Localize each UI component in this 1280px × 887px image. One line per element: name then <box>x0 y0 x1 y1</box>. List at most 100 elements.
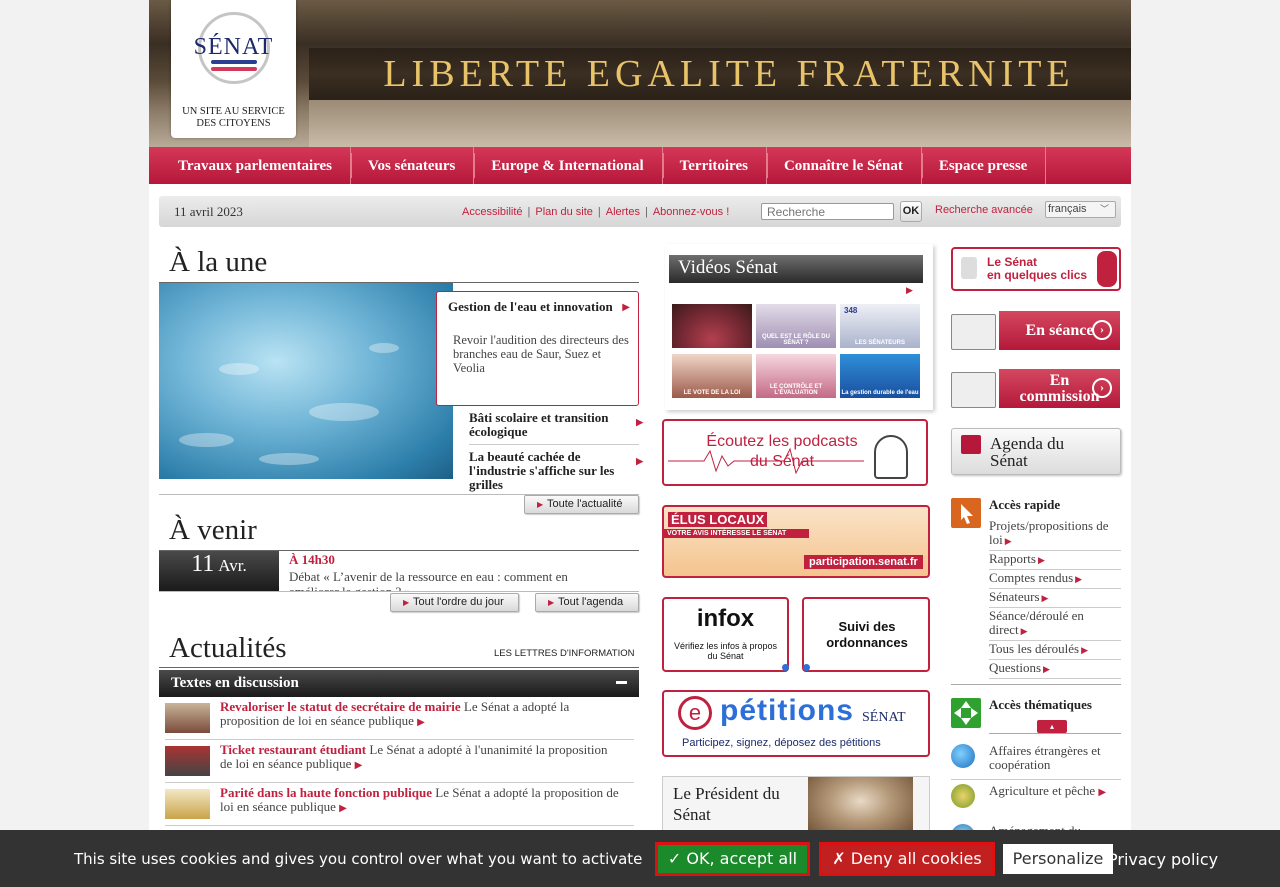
en-commission-button[interactable]: En commission › <box>951 369 1121 411</box>
video-eau-thumbnail[interactable]: La gestion durable de l'eau <box>840 354 920 398</box>
separator: | <box>644 206 648 218</box>
president-card[interactable]: Le Président du Sénat <box>662 776 930 837</box>
language-select[interactable]: français ﹀ <box>1045 201 1116 218</box>
suivi-ordonnances-banner[interactable]: Suivi des ordonnances <box>802 597 930 672</box>
row-title[interactable]: Revaloriser le statut de secrétaire de m… <box>220 699 461 714</box>
list-item[interactable]: Sénateurs ▶ <box>989 589 1121 608</box>
textes-bar-title: Textes en discussion <box>171 675 299 691</box>
arrow-right-icon: ▶ <box>1037 555 1045 565</box>
elus-locaux-banner[interactable]: ÉLUS LOCAUX VOTRE AVIS INTÉRESSE LE SÉNA… <box>662 505 930 578</box>
accept-all-button[interactable]: ✓ OK, accept all <box>655 842 810 876</box>
une-item-label: Bâti scolaire et transition écologique <box>469 410 609 439</box>
list-item[interactable]: Tous les déroulés ▶ <box>989 641 1121 660</box>
nav-europe[interactable]: Europe & International <box>474 147 663 184</box>
privacy-policy-link[interactable]: Privacy policy <box>1108 850 1218 869</box>
link-alertes[interactable]: Alertes <box>606 206 640 218</box>
feature-desc: Revoir l'audition des directeurs des bra… <box>453 333 629 375</box>
search-input[interactable] <box>761 203 894 220</box>
clics-line-2: en quelques clics <box>987 268 1088 282</box>
podcasts-banner[interactable]: Écoutez les podcasts du Sénat <box>662 419 928 486</box>
expand-icon[interactable]: ▴ <box>1037 720 1067 733</box>
row-title[interactable]: Ticket restaurant étudiant <box>220 742 366 757</box>
link-abonnez-vous[interactable]: Abonnez-vous ! <box>653 206 729 218</box>
en-seance-button[interactable]: En séance › <box>951 311 1121 353</box>
textes-bar[interactable]: Textes en discussion <box>159 670 639 697</box>
feature-title: Gestion de l'eau et innovation <box>448 299 613 314</box>
cookie-banner: This site uses cookies and gives you con… <box>0 830 1280 887</box>
personalize-button[interactable]: Personalize <box>1003 844 1113 874</box>
arrow-right-icon: ▶ <box>1075 574 1083 584</box>
une-hero-image[interactable] <box>159 283 453 479</box>
list-item[interactable]: Rapports ▶ <box>989 551 1121 570</box>
newsletters-link[interactable]: LES LETTRES D'INFORMATION <box>494 648 634 659</box>
row-title[interactable]: Parité dans la haute fonction publique <box>220 785 432 800</box>
deny-all-button[interactable]: ✗ Deny all cookies <box>819 842 995 876</box>
nav-presse[interactable]: Espace presse <box>921 147 1047 184</box>
globe-icon <box>951 744 975 768</box>
advanced-search-link[interactable]: Recherche avancée <box>935 204 1033 216</box>
video-hemicycle-thumbnail[interactable] <box>672 304 752 348</box>
restaurant-thumbnail <box>165 746 210 776</box>
une-featured-card[interactable]: Gestion de l'eau et innovation ▶ Revoir … <box>436 291 639 406</box>
petitions-desc: Participez, signez, déposez des pétition… <box>682 737 881 749</box>
acces-rapide-title: Accès rapide <box>989 497 1061 512</box>
list-item-label: Sénateurs <box>989 589 1040 604</box>
arrow-right-icon[interactable]: ▶ <box>906 285 913 296</box>
event-day: 11 <box>191 551 215 577</box>
videos-title-bar[interactable]: Vidéos Sénat <box>669 255 923 283</box>
list-item[interactable]: Comptes rendus ▶ <box>989 570 1121 589</box>
arrow-right-icon: ▶ <box>636 417 643 427</box>
nav-senateurs[interactable]: Vos sénateurs <box>351 147 475 184</box>
infox-banner[interactable]: infox Vérifiez les infos à propos du Sén… <box>662 597 789 672</box>
carousel-dot-icon[interactable] <box>782 664 789 671</box>
president-title: Le Président du Sénat <box>673 784 780 824</box>
suivi-text: Suivi des ordonnances <box>826 619 908 650</box>
collapse-icon[interactable] <box>616 681 627 684</box>
une-title: À la une <box>169 246 268 278</box>
video-senateurs-thumbnail[interactable]: 348 LES SÉNATEURS <box>840 304 920 348</box>
town-hall-thumbnail <box>165 703 210 733</box>
video-vote-thumbnail[interactable]: LE VOTE DE LA LOI <box>672 354 752 398</box>
list-item-label: Comptes rendus <box>989 570 1074 585</box>
header-banner: LIBERTE EGALITE FRATERNITE SÉNAT UN SITE… <box>149 0 1131 147</box>
list-item[interactable]: Séance/déroulé en direct ▶ <box>989 608 1121 641</box>
nav-territoires[interactable]: Territoires <box>662 147 767 184</box>
table-row[interactable]: Parité dans la haute fonction publique L… <box>165 786 634 826</box>
table-row[interactable]: Revaloriser le statut de secrétaire de m… <box>165 700 634 740</box>
event-description[interactable]: Débat « L’avenir de la ressource en eau … <box>289 569 609 591</box>
video-role-thumbnail[interactable]: QUEL EST LE RÔLE DU SÉNAT ? <box>756 304 836 348</box>
nav-connaitre[interactable]: Connaître le Sénat <box>766 147 922 184</box>
arrow-right-icon: ▶ <box>1043 664 1050 674</box>
senat-logo[interactable]: SÉNAT UN SITE AU SERVICE DES CITOYENS <box>171 0 296 138</box>
senat-clics-banner[interactable]: Le Sénat en quelques clics <box>951 247 1121 291</box>
en-seance-text: En séance <box>1025 322 1094 339</box>
table-row[interactable]: Ticket restaurant étudiant Le Sénat a ad… <box>165 743 634 783</box>
arrow-right-icon: ▶ <box>417 717 425 728</box>
arrow-right-icon: ▶ <box>1004 536 1012 546</box>
agenda-button[interactable]: Agenda du Sénat <box>951 428 1121 475</box>
video-controle-thumbnail[interactable]: LE CONTRÔLE ET L'ÉVALUATION <box>756 354 836 398</box>
wheat-icon <box>951 784 975 808</box>
all-news-button[interactable]: Toute l'actualité <box>524 495 639 514</box>
list-item-label: Rapports <box>989 551 1036 566</box>
search-ok-button[interactable]: OK <box>900 201 922 222</box>
agenda-order-button[interactable]: Tout l'ordre du jour <box>390 593 519 612</box>
nav-travaux[interactable]: Travaux parlementaires <box>161 147 352 184</box>
full-agenda-button[interactable]: Tout l'agenda <box>535 593 639 612</box>
theme-item[interactable]: Agriculture et pêche ▶ <box>951 784 1121 812</box>
une-item[interactable]: La beauté cachée de l'industrie s'affich… <box>469 450 643 492</box>
link-plan-du-site[interactable]: Plan du site <box>535 206 592 218</box>
event-hour[interactable]: À 14h30 <box>289 552 335 568</box>
petitions-logo: SÉNAT <box>862 710 906 725</box>
event-date-box: 11 Avr. <box>159 551 279 591</box>
carousel-dot-icon[interactable] <box>803 664 810 671</box>
list-item[interactable]: Questions ▶ <box>989 660 1121 679</box>
theme-item[interactable]: Affaires étrangères et coopération <box>951 744 1121 780</box>
list-item[interactable]: Projets/propositions de loi ▶ <box>989 518 1121 551</box>
petitions-banner[interactable]: e pétitions SÉNAT Participez, signez, dé… <box>662 690 930 757</box>
logo-tagline-1: UN SITE AU SERVICE <box>182 106 285 117</box>
acces-rapide-list: Projets/propositions de loi ▶ Rapports ▶ C… <box>989 518 1121 679</box>
link-accessibilite[interactable]: Accessibilité <box>462 206 523 218</box>
une-item[interactable]: Bâti scolaire et transition écologique ▶ <box>469 410 643 439</box>
en-commission-label: En commission › <box>999 369 1120 408</box>
